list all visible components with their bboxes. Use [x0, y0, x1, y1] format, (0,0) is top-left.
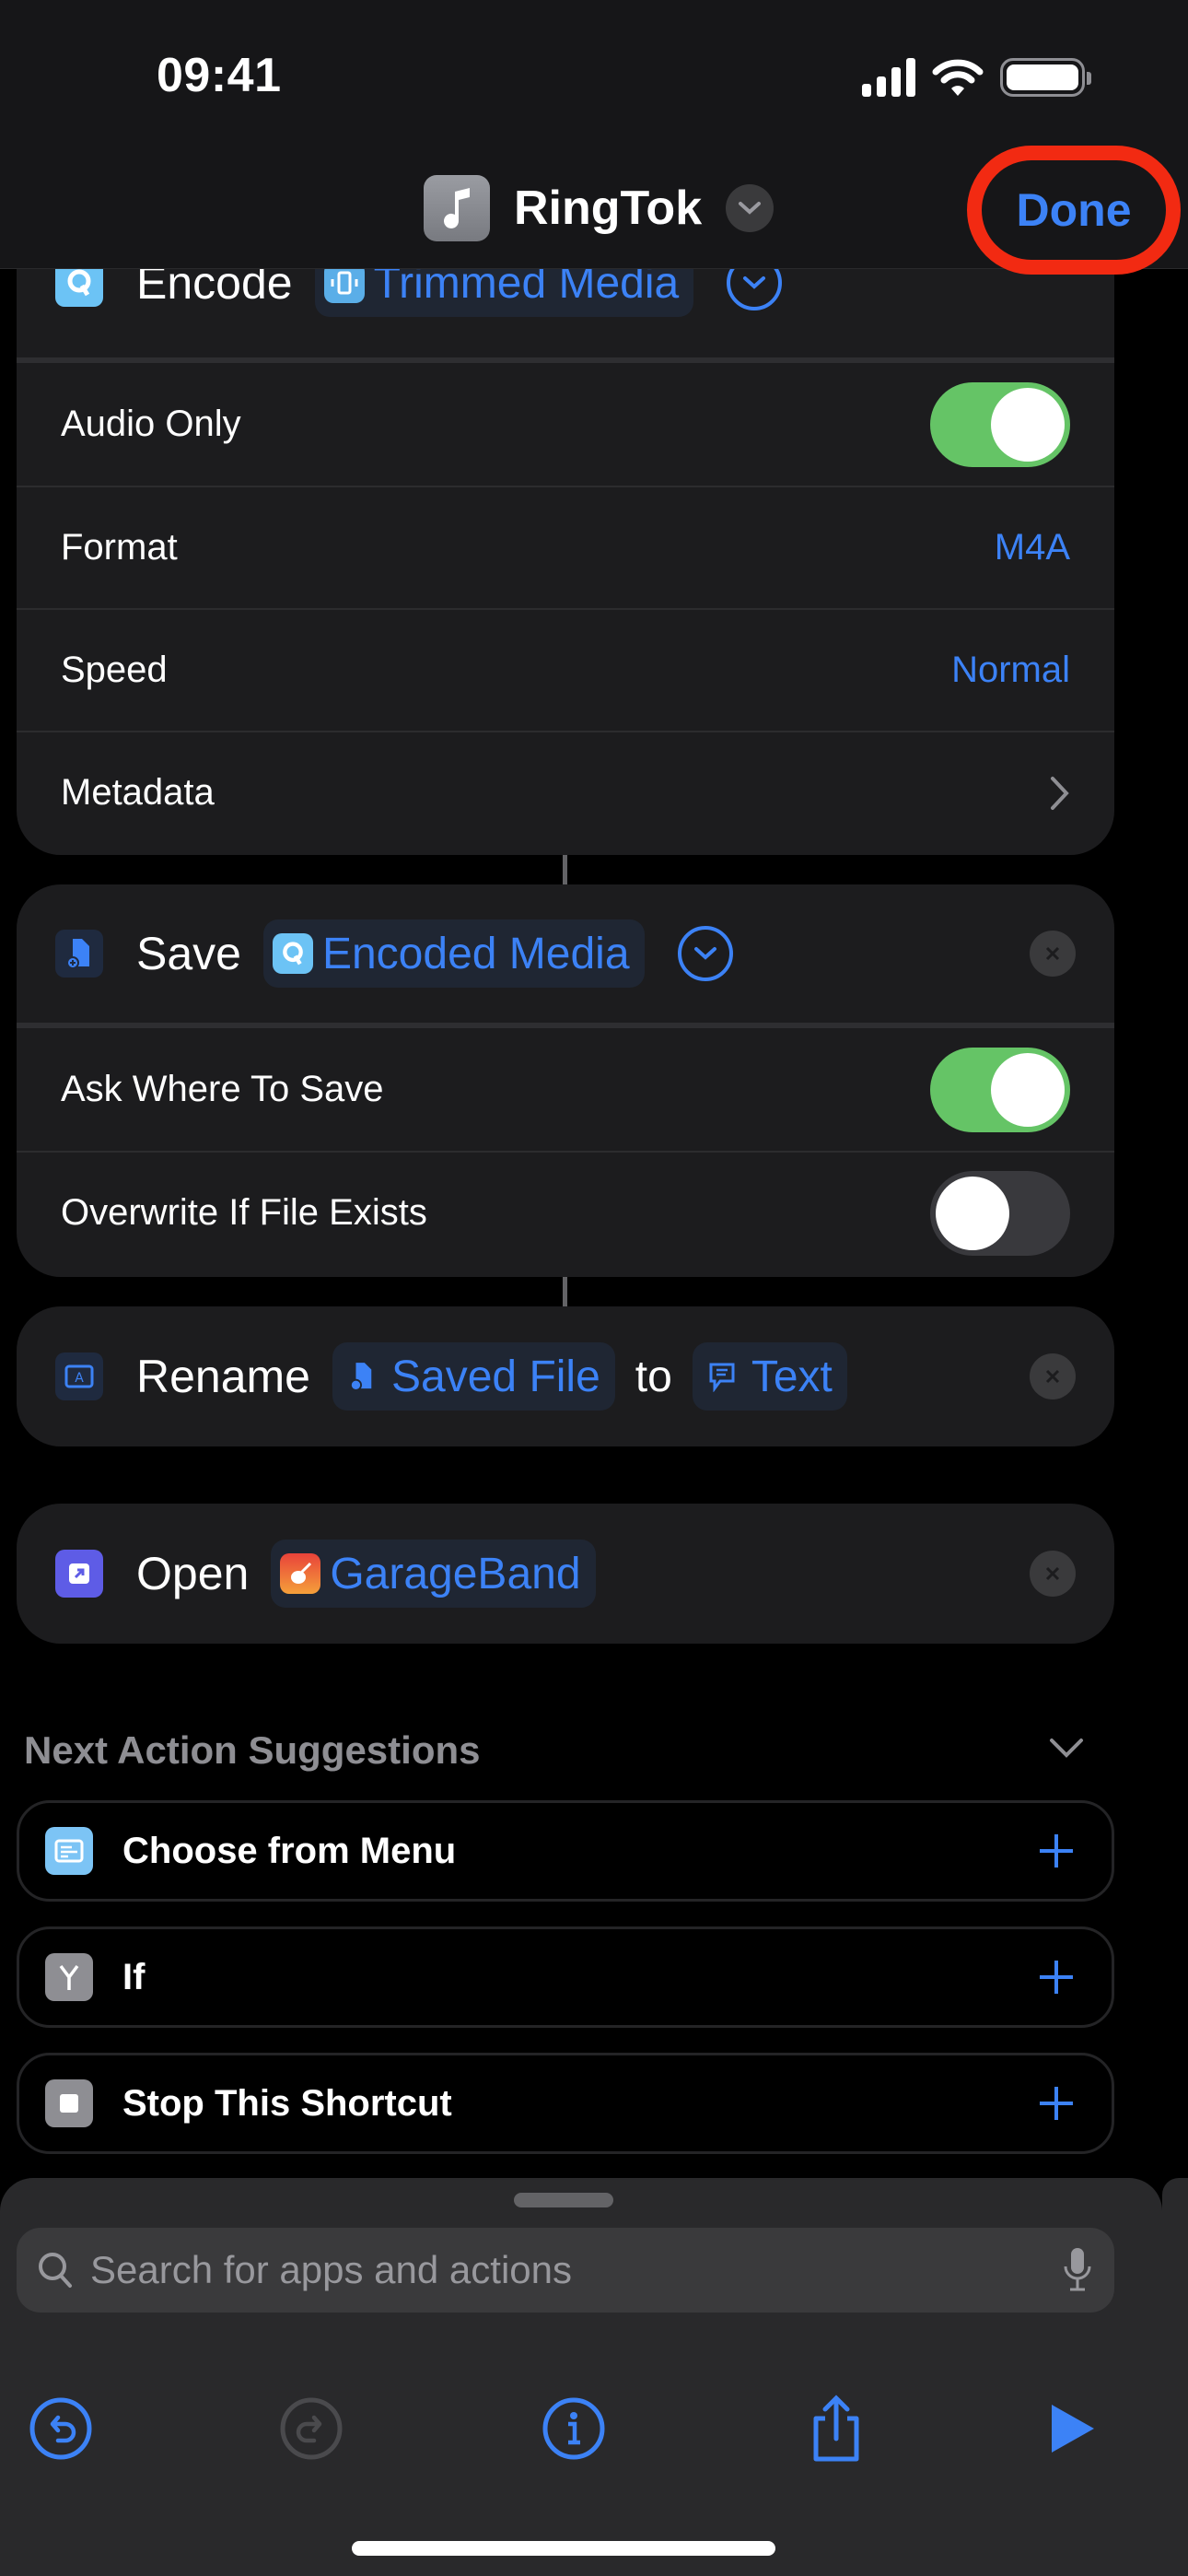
shortcut-name: RingTok: [514, 181, 703, 235]
format-value[interactable]: M4A: [995, 527, 1070, 568]
battery-icon: [1000, 58, 1091, 97]
audio-only-toggle[interactable]: [930, 381, 1070, 467]
action-connector: [563, 1277, 567, 1306]
shortcut-title[interactable]: RingTok: [424, 175, 775, 241]
suggestion-choose-from-menu[interactable]: Choose from Menu: [17, 1800, 1114, 1902]
undo-icon: [29, 2397, 92, 2460]
redo-icon: [280, 2397, 343, 2460]
action-card-rename: A Rename Saved File to Text: [17, 1306, 1114, 1446]
done-button[interactable]: Done: [1017, 183, 1132, 237]
overwrite-toggle[interactable]: [930, 1170, 1070, 1256]
status-icons: [862, 57, 1091, 98]
save-file-icon: [342, 1356, 382, 1397]
chevron-down-icon[interactable]: [726, 184, 775, 232]
share-button[interactable]: [799, 2392, 873, 2465]
param-overwrite: Overwrite If File Exists: [17, 1151, 1114, 1273]
redo-button[interactable]: [274, 2392, 348, 2465]
remove-action-button[interactable]: [1030, 931, 1076, 977]
action-card-encode: Encode Trimmed Media Audio Only Format M…: [17, 205, 1114, 855]
action-connector: [563, 855, 567, 884]
home-indicator: [352, 2541, 775, 2556]
remove-action-button[interactable]: [1030, 1551, 1076, 1597]
param-speed[interactable]: Speed Normal: [17, 608, 1114, 731]
info-button[interactable]: [537, 2392, 611, 2465]
sheet-grabber[interactable]: [514, 2193, 613, 2207]
search-field[interactable]: [17, 2228, 1114, 2313]
app-token-garageband[interactable]: GarageBand: [271, 1540, 596, 1608]
search-icon: [39, 2253, 72, 2288]
suggestion-stop-this-shortcut[interactable]: Stop This Shortcut: [17, 2053, 1114, 2154]
garageband-icon: [280, 1553, 321, 1594]
microphone-icon[interactable]: [1063, 2246, 1092, 2294]
search-input[interactable]: [90, 2248, 1011, 2292]
chevron-right-icon: [1051, 776, 1069, 810]
variable-token-text[interactable]: Text: [692, 1342, 847, 1411]
stop-icon: [45, 2079, 93, 2127]
action-verb: Rename: [136, 1351, 310, 1402]
suggestion-if[interactable]: If: [17, 1926, 1114, 2028]
speed-value[interactable]: Normal: [951, 650, 1070, 691]
ask-where-to-save-toggle[interactable]: [930, 1047, 1070, 1132]
param-metadata[interactable]: Metadata: [17, 731, 1114, 853]
param-format[interactable]: Format M4A: [17, 486, 1114, 608]
svg-text:A: A: [75, 1371, 84, 1386]
action-verb: Open: [136, 1548, 250, 1599]
undo-button[interactable]: [24, 2392, 98, 2465]
play-icon: [1052, 2405, 1094, 2453]
add-icon[interactable]: [1038, 1832, 1075, 1869]
run-button[interactable]: [1035, 2392, 1109, 2465]
param-audio-only: Audio Only: [17, 363, 1114, 486]
open-app-icon: [55, 1550, 103, 1598]
add-icon[interactable]: [1038, 2085, 1075, 2122]
action-card-open: Open GarageBand: [17, 1504, 1114, 1644]
expand-chevron-button[interactable]: [677, 926, 733, 981]
save-file-icon: [55, 930, 103, 978]
param-ask-where-to-save: Ask Where To Save: [17, 1028, 1114, 1151]
wifi-icon: [932, 59, 984, 96]
branch-icon: [45, 1953, 93, 2001]
variable-token-encoded-media[interactable]: Encoded Media: [262, 919, 645, 988]
music-note-icon: [424, 175, 490, 241]
quicktime-icon: [272, 933, 313, 974]
sheet-edge: [1162, 2178, 1188, 2362]
cellular-signal-icon: [862, 58, 915, 97]
suggestions-title: Next Action Suggestions: [24, 1728, 481, 1772]
chevron-down-icon[interactable]: [1048, 1737, 1085, 1761]
action-card-save: Save Encoded Media Ask Where To Save Ove…: [17, 884, 1114, 1277]
menu-icon: [45, 1827, 93, 1875]
status-time: 09:41: [157, 49, 282, 102]
rename-icon: A: [55, 1352, 103, 1400]
remove-action-button[interactable]: [1030, 1353, 1076, 1399]
info-icon: [542, 2397, 605, 2460]
done-highlight-annotation: Done: [967, 146, 1181, 275]
variable-token-saved-file[interactable]: Saved File: [332, 1342, 615, 1411]
action-verb: Save: [136, 928, 241, 979]
add-icon[interactable]: [1038, 1959, 1075, 1996]
connector-word: to: [635, 1352, 672, 1401]
share-icon: [813, 2395, 859, 2462]
text-bubble-icon: [702, 1356, 742, 1397]
